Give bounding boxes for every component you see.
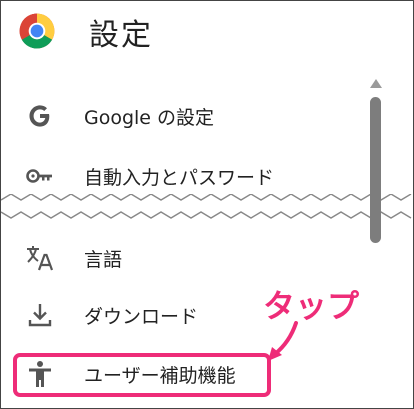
menu-item-label: 自動入力とパスワード <box>84 167 275 189</box>
key-icon <box>26 169 52 183</box>
scrollbar-thumb[interactable] <box>370 97 381 243</box>
chrome-logo-icon <box>19 13 55 49</box>
tap-highlight-box <box>13 353 271 397</box>
pointer-arrow-icon <box>268 321 298 361</box>
menu-item-google-settings[interactable]: Google の設定 <box>1 89 371 145</box>
download-icon <box>28 304 52 327</box>
menu-item-label: 言語 <box>84 249 123 271</box>
google-g-icon <box>29 105 50 127</box>
translate-icon <box>27 246 54 271</box>
menu-item-label: ダウンロード <box>84 306 199 328</box>
scroll-up-arrow-icon[interactable] <box>370 79 382 88</box>
page-title: 設定 <box>89 18 153 53</box>
settings-screen: 設定 Google の設定 自動入力とパスワード 言語 ダウンロード ユーザー補… <box>0 0 414 409</box>
menu-item-language[interactable]: 言語 <box>1 231 371 287</box>
app-header: 設定 <box>1 1 413 63</box>
menu-item-label: Google の設定 <box>84 107 215 129</box>
zigzag-divider <box>1 194 413 219</box>
